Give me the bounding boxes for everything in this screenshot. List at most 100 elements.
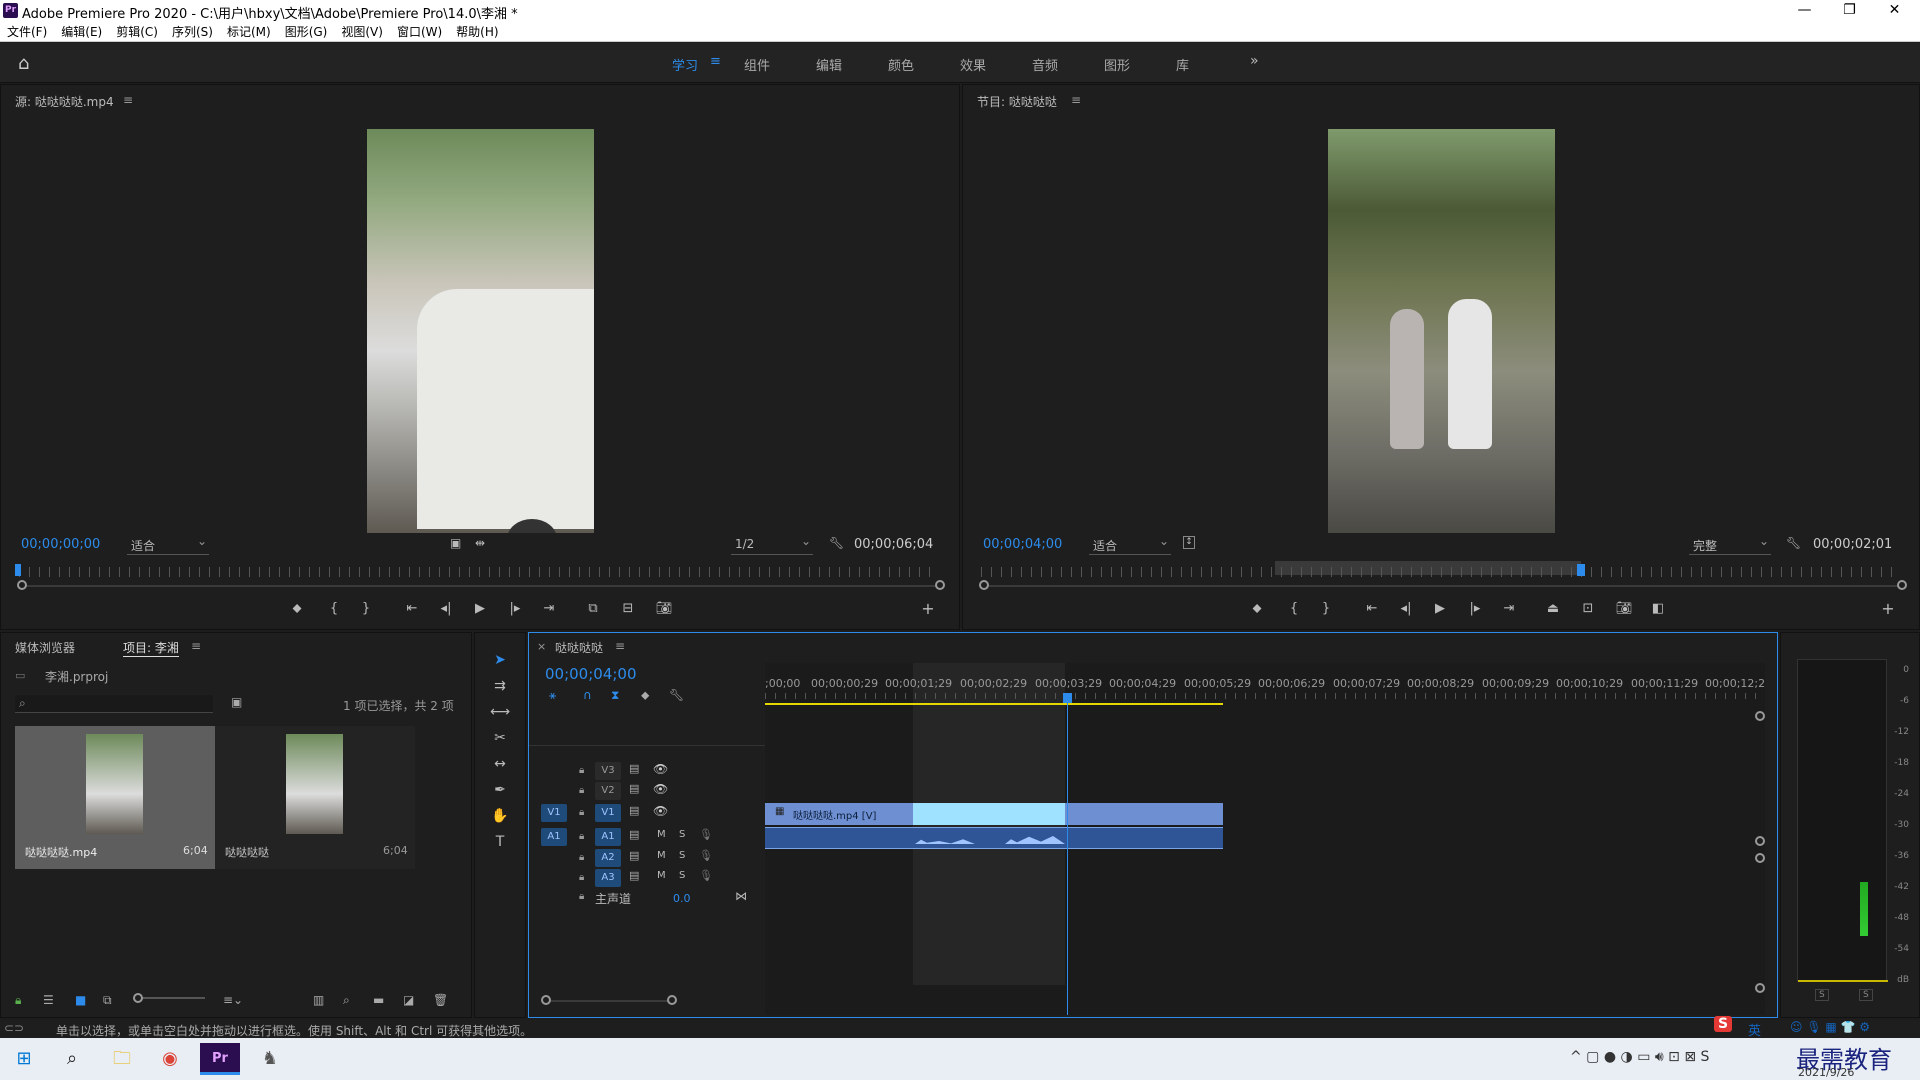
comparison-view-button[interactable]: ◧ [1647, 600, 1669, 618]
new-bin-icon[interactable]: ▬ [373, 993, 384, 1007]
vertical-scroll-handle[interactable] [1755, 983, 1765, 993]
play-button[interactable]: ▶ [469, 600, 491, 618]
menu-view[interactable]: 视图(V) [334, 22, 390, 42]
workspace-libraries[interactable]: 库 [1176, 55, 1189, 74]
lock-icon[interactable]: 🔒︎ [579, 872, 584, 883]
program-fit-dropdown[interactable]: 适合 [1089, 534, 1171, 555]
pen-tool-icon[interactable]: ✒ [488, 779, 512, 801]
find-icon[interactable]: ⌕ [343, 993, 350, 1008]
panel-menu-icon[interactable]: ≡ [191, 639, 201, 653]
solo-right-button[interactable]: S [1859, 989, 1873, 1001]
track-a2-label[interactable]: A2 [595, 849, 621, 867]
vertical-scroll-handle[interactable] [1755, 853, 1765, 863]
automate-to-sequence-icon[interactable]: ▥ [313, 993, 324, 1007]
ime-toolbar-icons[interactable]: ☺ 🎙︎ ▦ 👕 ⚙ [1790, 1020, 1870, 1034]
tray-icons[interactable]: ^ ▢ ● ◑ ▭ 🔊︎ ⊡ ⊠ S [1570, 1049, 1709, 1065]
extract-button[interactable]: ⊡ [1577, 600, 1599, 618]
program-time-ruler[interactable] [981, 567, 1901, 577]
lock-icon[interactable]: 🔒︎ [579, 765, 584, 776]
track-a3-label[interactable]: A3 [595, 869, 621, 887]
timeline-playhead-line[interactable] [1067, 695, 1068, 1015]
solo-button[interactable]: S [679, 829, 685, 840]
hand-tool-icon[interactable]: ✋ [488, 805, 512, 827]
wrench-icon[interactable]: 🔧︎ [1786, 536, 1801, 550]
sync-lock-icon[interactable]: ▤ [629, 869, 639, 882]
add-marker-button[interactable]: ⬥ [286, 600, 308, 618]
sync-lock-icon[interactable]: ▤ [629, 828, 639, 841]
clear-icon[interactable]: 🗑︎ [433, 993, 448, 1007]
workspace-color[interactable]: 颜色 [888, 55, 914, 74]
slip-tool-icon[interactable]: ↔ [488, 753, 512, 775]
zoom-slider-handle[interactable] [133, 993, 143, 1003]
step-forward-button[interactable]: |▸ [504, 600, 526, 618]
mark-in-button[interactable]: { [1283, 600, 1305, 618]
overwrite-button[interactable]: ⊟ [617, 600, 639, 618]
minimize-button[interactable]: — [1782, 0, 1827, 22]
sync-lock-icon[interactable]: ▤ [629, 849, 639, 862]
eye-icon[interactable]: 👁︎ [653, 782, 668, 796]
go-to-out-button[interactable]: ⇥ [538, 600, 560, 618]
workspace-assembly[interactable]: 组件 [744, 55, 770, 74]
mark-in-button[interactable]: { [323, 600, 345, 618]
drag-video-icon[interactable]: ⇹ [475, 536, 485, 550]
insert-button[interactable]: ⧉ [582, 600, 604, 618]
vertical-scroll-handle[interactable] [1755, 711, 1765, 721]
workspace-graphics[interactable]: 图形 [1104, 55, 1130, 74]
sync-lock-icon[interactable]: ▤ [629, 762, 639, 775]
program-monitor-title[interactable]: 节目: 哒哒哒哒 [977, 93, 1057, 110]
linked-selection-icon[interactable]: ⧗ [611, 688, 619, 703]
maximize-button[interactable]: ❐ [1827, 0, 1872, 22]
close-button[interactable]: ✕ [1872, 0, 1917, 22]
project-item-sequence[interactable]: 哒哒哒哒 6;04 [215, 726, 415, 869]
workspace-menu-icon[interactable]: ≡ [710, 54, 721, 69]
program-quality-dropdown[interactable]: 完整 [1689, 534, 1771, 555]
premiere-taskbar-icon[interactable]: Pr [200, 1043, 240, 1075]
file-explorer-icon[interactable]: 🗀︎ [102, 1043, 142, 1075]
source-monitor-title[interactable]: 源: 哒哒哒哒.mp4 [15, 93, 114, 110]
workspace-effects[interactable]: 效果 [960, 55, 986, 74]
step-back-button[interactable]: ◂| [435, 600, 457, 618]
eye-icon[interactable]: 👁︎ [653, 804, 668, 818]
safe-margin-icon[interactable]: ↕ [1183, 536, 1195, 549]
mute-button[interactable]: M [657, 829, 666, 840]
program-zoom-bar[interactable] [989, 585, 1899, 587]
play-button[interactable]: ▶ [1429, 600, 1451, 618]
new-item-icon[interactable]: ◪ [403, 993, 414, 1007]
workspace-editing[interactable]: 编辑 [816, 55, 842, 74]
mute-button[interactable]: M [657, 870, 666, 881]
export-frame-button[interactable]: 📷︎ [1613, 600, 1635, 618]
panel-menu-icon[interactable]: ≡ [615, 639, 625, 653]
lock-icon[interactable]: 🔒︎ [579, 807, 584, 818]
menu-help[interactable]: 帮助(H) [449, 22, 505, 42]
source-time-ruler[interactable] [19, 567, 939, 577]
add-marker-button[interactable]: ⬥ [1246, 600, 1268, 618]
eye-icon[interactable]: 👁︎ [653, 762, 668, 776]
menu-marker[interactable]: 标记(M) [220, 22, 278, 42]
step-back-button[interactable]: ◂| [1395, 600, 1417, 618]
timeline-title[interactable]: 哒哒哒哒 [555, 639, 603, 656]
panel-menu-icon[interactable]: ≡ [1071, 93, 1081, 107]
new-bin-from-search-icon[interactable]: ▣ [231, 695, 242, 709]
source-patch-v1[interactable]: V1 [541, 804, 567, 822]
selection-tool-icon[interactable]: ➤ [488, 649, 512, 671]
ime-language[interactable]: 英 [1748, 1020, 1761, 1039]
timeline-timecode[interactable]: 00;00;04;00 [545, 665, 637, 683]
step-forward-button[interactable]: |▸ [1464, 600, 1486, 618]
app-taskbar-icon[interactable]: ♞ [250, 1043, 290, 1075]
menu-graphics[interactable]: 图形(G) [278, 22, 335, 42]
lock-icon[interactable]: 🔒︎ [579, 785, 584, 796]
vertical-scroll-handle[interactable] [1755, 836, 1765, 846]
master-volume-value[interactable]: 0.0 [673, 892, 691, 905]
sogou-ime-icon[interactable]: S [1714, 1016, 1733, 1032]
voiceover-mic-icon[interactable]: 🎙︎ [699, 849, 713, 862]
sync-lock-icon[interactable]: ▤ [629, 804, 639, 817]
mark-out-button[interactable]: } [355, 600, 377, 618]
source-timecode[interactable]: 00;00;00;00 [21, 537, 100, 552]
track-a1-label[interactable]: A1 [595, 828, 621, 846]
go-to-in-button[interactable]: ⇤ [1361, 600, 1383, 618]
source-fit-dropdown[interactable]: 适合 [127, 534, 209, 555]
source-zoom-bar[interactable] [27, 585, 937, 587]
voiceover-mic-icon[interactable]: 🎙︎ [699, 869, 713, 882]
timeline-ruler[interactable] [765, 693, 1765, 699]
workspace-audio[interactable]: 音频 [1032, 55, 1058, 74]
